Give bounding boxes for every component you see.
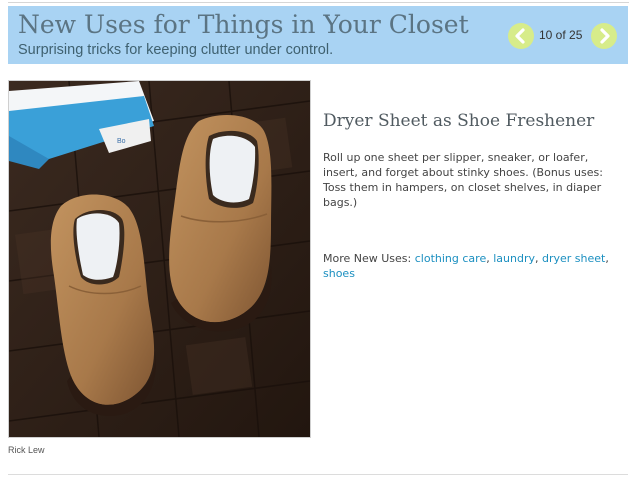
photo-credit: Rick Lew xyxy=(8,445,45,455)
shoes-photo: Bo xyxy=(9,81,310,437)
more-uses-label: More New Uses: xyxy=(323,252,412,265)
next-button[interactable] xyxy=(591,23,617,49)
tag-link-clothing-care[interactable]: clothing care xyxy=(415,252,486,265)
slideshow-subtitle: Surprising tricks for keeping clutter un… xyxy=(18,42,334,58)
previous-button[interactable] xyxy=(508,23,534,49)
chevron-left-icon xyxy=(515,28,525,44)
slide-photo: Bo xyxy=(8,80,311,438)
item-title: Dryer Sheet as Shoe Freshener xyxy=(323,111,595,131)
item-description: Roll up one sheet per slipper, sneaker, … xyxy=(323,151,603,209)
slideshow-header: New Uses for Things in Your Closet Surpr… xyxy=(8,6,628,64)
tag-link-laundry[interactable]: laundry xyxy=(493,252,535,265)
more-uses: More New Uses: clothing care, laundry, d… xyxy=(323,252,609,280)
chevron-right-icon xyxy=(600,28,610,44)
top-divider xyxy=(8,2,629,3)
tag-link-shoes[interactable]: shoes xyxy=(323,267,355,280)
svg-text:Bo: Bo xyxy=(117,138,126,145)
bottom-divider xyxy=(8,474,628,475)
slide-counter: 10 of 25 xyxy=(539,28,583,42)
slideshow-title: New Uses for Things in Your Closet xyxy=(18,10,469,39)
tag-link-dryer-sheet[interactable]: dryer sheet xyxy=(542,252,605,265)
